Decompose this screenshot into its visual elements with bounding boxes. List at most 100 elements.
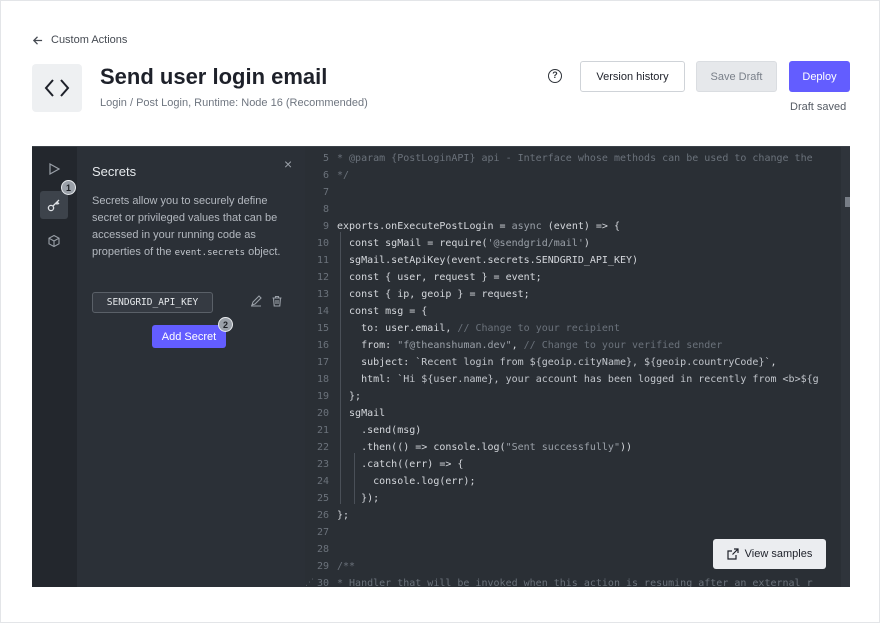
code-line: 26};	[305, 507, 850, 524]
code-brackets-icon	[44, 79, 70, 97]
version-history-button[interactable]: Version history	[580, 61, 685, 92]
code-line: 12 const { user, request } = event;	[305, 269, 850, 286]
line-number: 26	[316, 510, 329, 521]
code-line: 8	[305, 201, 850, 218]
deploy-button[interactable]: Deploy	[789, 61, 850, 92]
line-number: 12	[316, 272, 329, 283]
line-content: });	[337, 493, 380, 504]
view-samples-button[interactable]: View samples	[713, 539, 826, 569]
view-samples-label: View samples	[744, 548, 813, 560]
line-content: exports.onExecutePostLogin = async (even…	[337, 221, 620, 232]
code-line: 14 const msg = {	[305, 303, 850, 320]
line-number: 17	[316, 357, 329, 368]
page-title: Send user login email	[100, 64, 328, 89]
secrets-desc-code: event.secrets	[174, 248, 246, 258]
line-content: .send(msg)	[337, 425, 422, 436]
line-content: console.log(err);	[337, 476, 476, 487]
code-line: 30 * Handler that will be invoked when th…	[305, 575, 850, 587]
step-badge-2: 2	[218, 317, 233, 332]
scrollbar-marker	[845, 197, 850, 207]
code-line: 19 };	[305, 388, 850, 405]
secrets-description: Secrets allow you to securely define sec…	[92, 193, 292, 262]
editor-scrollbar[interactable]	[841, 147, 850, 587]
line-number: 8	[322, 204, 329, 215]
rail-modules-button[interactable]	[40, 227, 68, 255]
delete-secret-button[interactable]	[271, 294, 285, 308]
line-content: from: "f@theanshuman.dev", // Change to …	[337, 340, 723, 351]
editor-side-rail: 1	[32, 147, 77, 587]
pencil-icon	[251, 295, 262, 307]
line-content: const { ip, geoip } = request;	[337, 289, 530, 300]
draft-status: Draft saved	[790, 101, 847, 113]
line-content: html: `Hi ${user.name}, your account has…	[337, 374, 819, 385]
step-badge-1: 1	[61, 180, 76, 195]
code-line: 13 const { ip, geoip } = request;	[305, 286, 850, 303]
code-line: 9 exports.onExecutePostLogin = async (eve…	[305, 218, 850, 235]
secrets-title: Secrets	[92, 164, 137, 179]
line-content: const sgMail = require('@sendgrid/mail')	[337, 238, 590, 249]
line-number: 14	[316, 306, 329, 317]
trash-icon	[272, 295, 282, 307]
code-line: 5 * @param {PostLoginAPI} api - Interface…	[305, 150, 850, 167]
line-number: 21	[316, 425, 329, 436]
line-number: 15	[316, 323, 329, 334]
code-line: 16 from: "f@theanshuman.dev", // Change …	[305, 337, 850, 354]
help-icon[interactable]: ?	[548, 69, 562, 83]
line-number: 11	[316, 255, 329, 266]
edit-secret-button[interactable]	[250, 294, 264, 308]
secrets-desc-suffix: object.	[245, 246, 281, 258]
line-content: .then(() => console.log("Sent successful…	[337, 442, 633, 453]
page-subtitle: Login / Post Login, Runtime: Node 16 (Re…	[100, 97, 368, 109]
code-area[interactable]: 5 * @param {PostLoginAPI} api - Interface…	[305, 147, 850, 587]
resize-handle[interactable]: ⋰	[305, 577, 314, 587]
code-line: 24 console.log(err);	[305, 473, 850, 490]
line-number: 7	[322, 187, 329, 198]
key-icon	[47, 199, 60, 212]
code-line: 10 const sgMail = require('@sendgrid/mai…	[305, 235, 850, 252]
code-line: 25 });	[305, 490, 850, 507]
line-content: subject: `Recent login from ${geoip.city…	[337, 357, 777, 368]
line-content: * Handler that will be invoked when this…	[337, 578, 813, 587]
line-number: 10	[316, 238, 329, 249]
line-number: 20	[316, 408, 329, 419]
play-icon	[49, 162, 61, 176]
line-content: */	[337, 170, 350, 181]
line-number: 9	[322, 221, 329, 232]
add-secret-button[interactable]: Add Secret	[152, 325, 226, 348]
line-number: 28	[316, 544, 329, 555]
line-number: 16	[316, 340, 329, 351]
code-line: 23 .catch((err) => {	[305, 456, 850, 473]
line-content: sgMail.setApiKey(event.secrets.SENDGRID_…	[337, 255, 639, 266]
line-number: 18	[316, 374, 329, 385]
secrets-panel: Secrets × Secrets allow you to securely …	[77, 147, 305, 587]
code-line: 11 sgMail.setApiKey(event.secrets.SENDGR…	[305, 252, 850, 269]
code-line: 22 .then(() => console.log("Sent success…	[305, 439, 850, 456]
line-content: const { user, request } = event;	[337, 272, 542, 283]
save-draft-button[interactable]: Save Draft	[696, 61, 777, 92]
line-content: to: user.email, // Change to your recipi…	[337, 323, 620, 334]
code-line: 20 sgMail	[305, 405, 850, 422]
secret-item[interactable]: SENDGRID_API_KEY	[92, 292, 213, 313]
code-line: 7	[305, 184, 850, 201]
code-line: 6 */	[305, 167, 850, 184]
line-number: 24	[316, 476, 329, 487]
arrow-left-icon	[32, 35, 43, 45]
box-icon	[48, 234, 60, 248]
code-line: 21 .send(msg)	[305, 422, 850, 439]
line-number: 22	[316, 442, 329, 453]
line-number: 19	[316, 391, 329, 402]
line-content: };	[337, 391, 362, 402]
line-number: 6	[322, 170, 329, 181]
line-content: .catch((err) => {	[337, 459, 464, 470]
code-line: 18 html: `Hi ${user.name}, your account …	[305, 371, 850, 388]
rail-test-button[interactable]	[40, 155, 68, 183]
close-icon[interactable]: ×	[284, 156, 292, 172]
line-number: 27	[316, 527, 329, 538]
line-number: 13	[316, 289, 329, 300]
line-content: sgMail	[337, 408, 386, 419]
line-number: 23	[316, 459, 329, 470]
rail-secrets-button[interactable]	[40, 191, 68, 219]
line-content: };	[337, 510, 350, 521]
back-link[interactable]: Custom Actions	[32, 32, 127, 48]
action-icon	[32, 64, 82, 112]
